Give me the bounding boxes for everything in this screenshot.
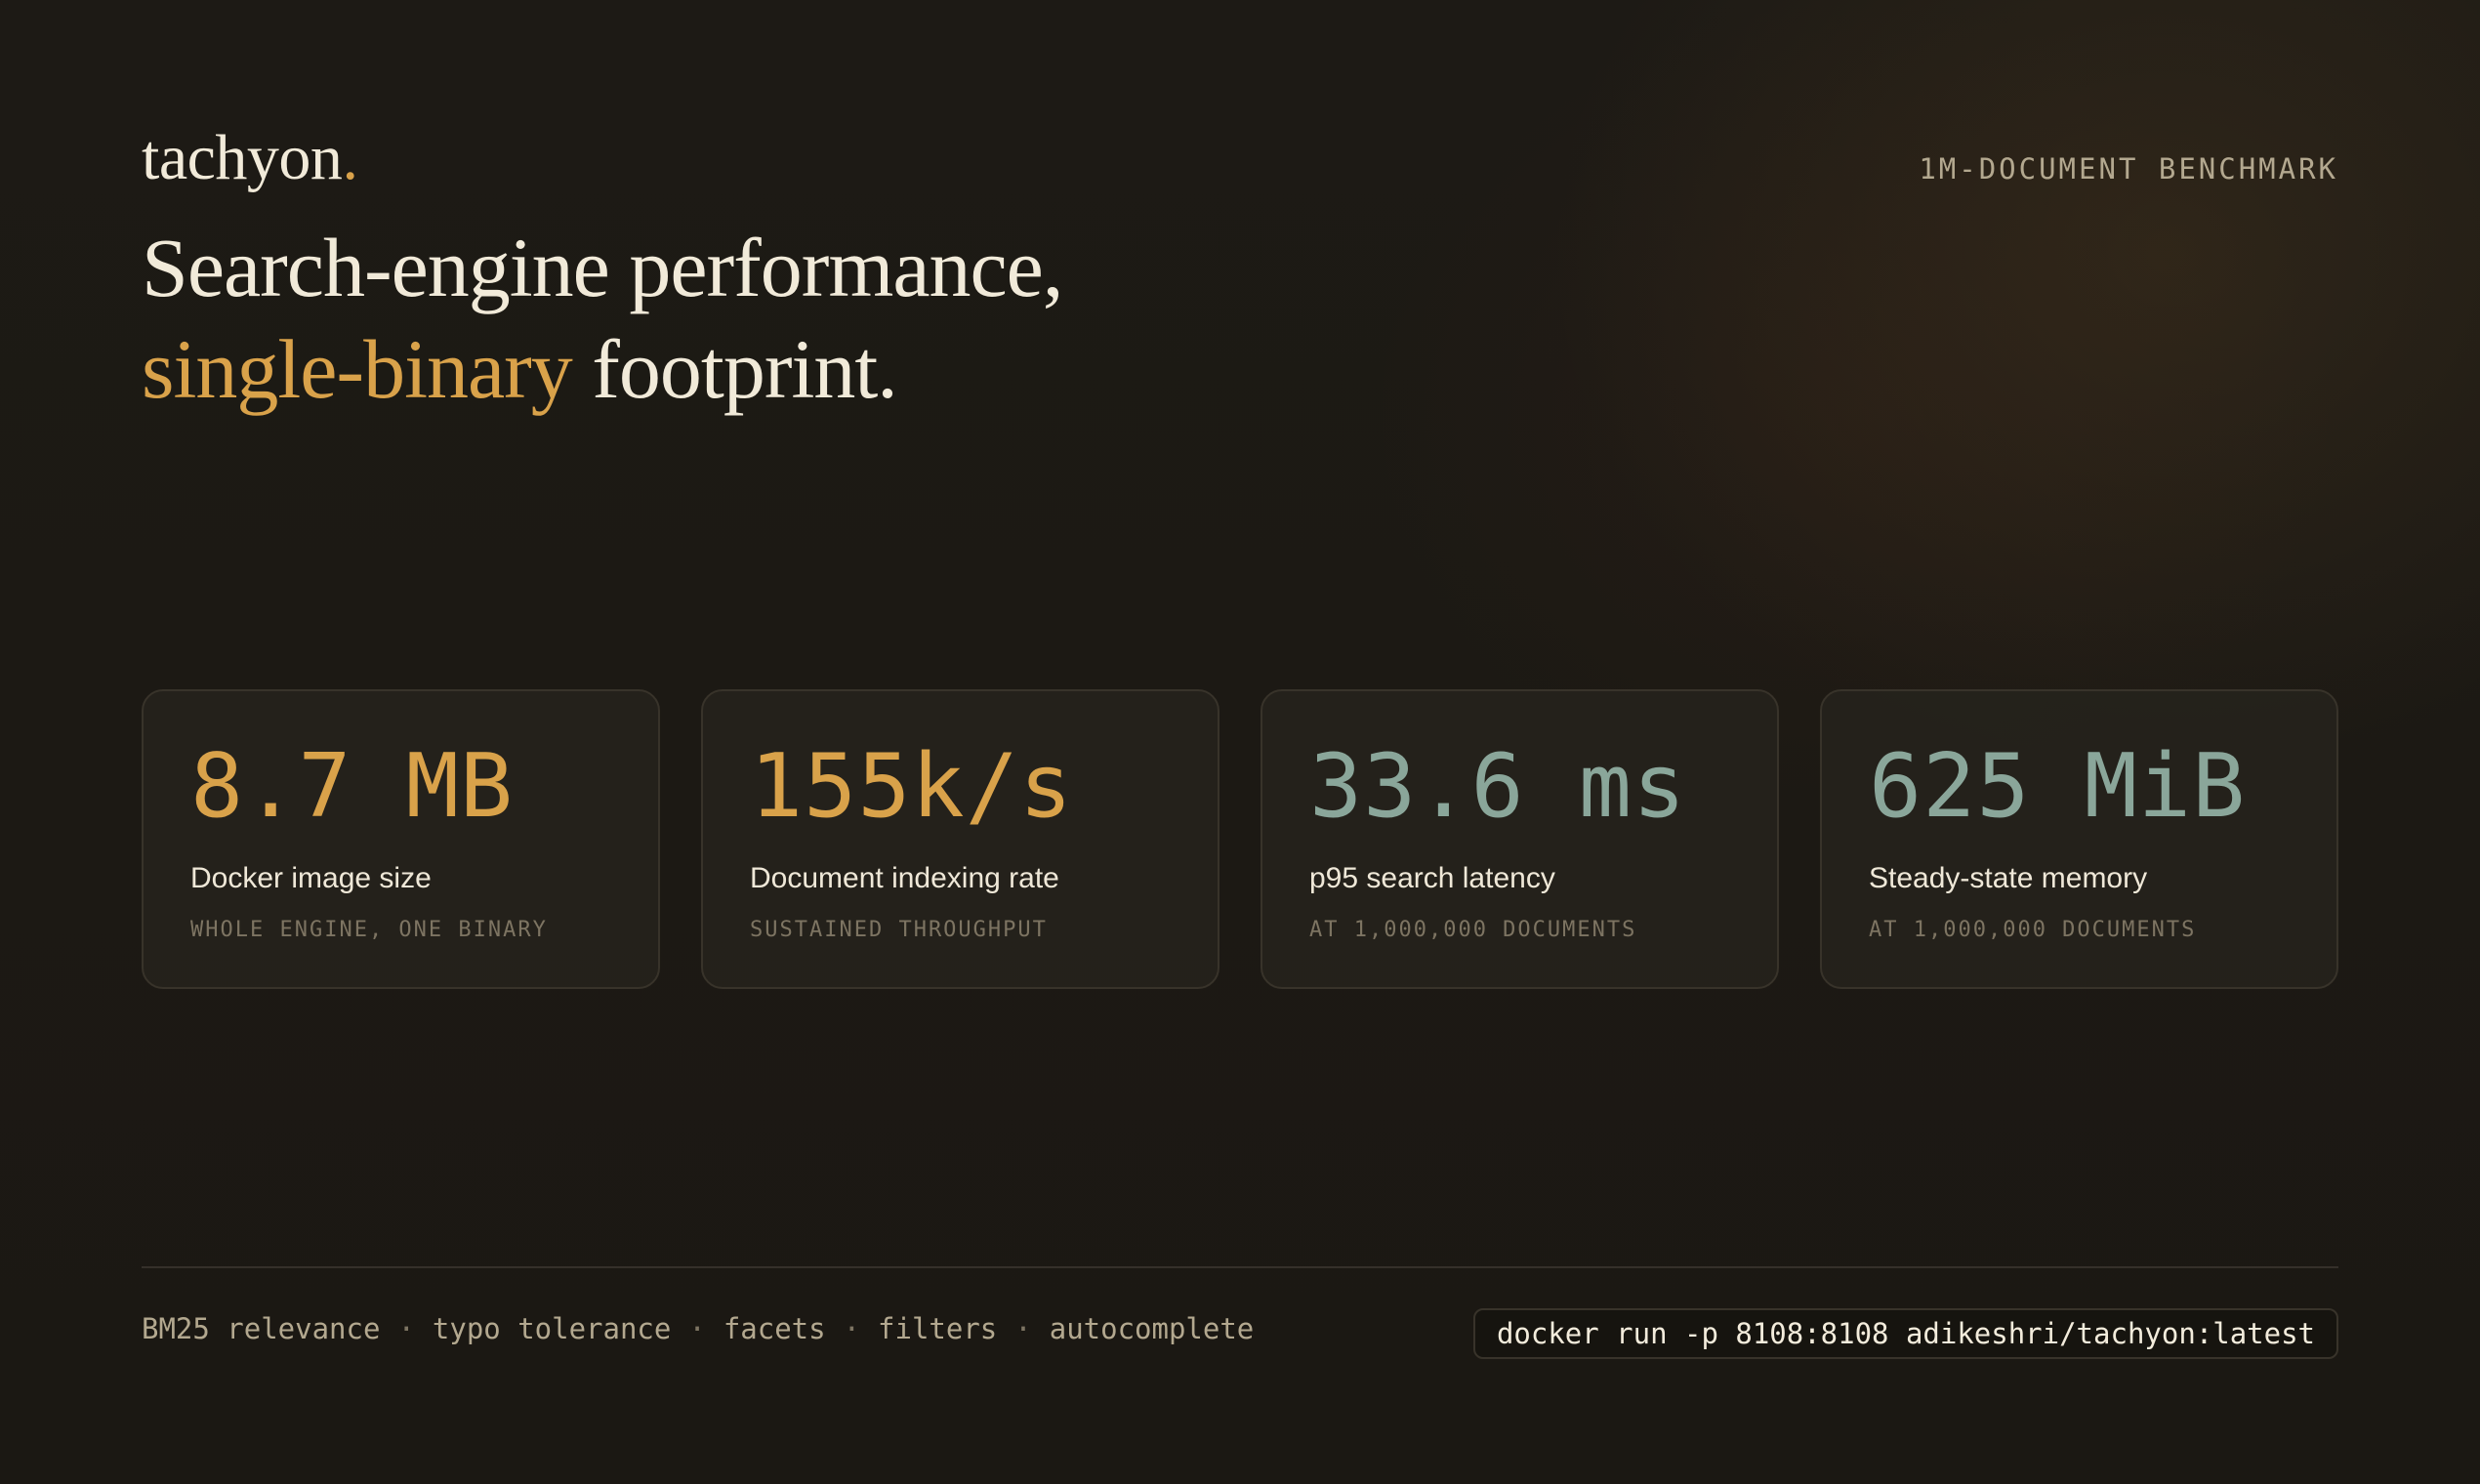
stat-value: 625 MiB — [1869, 735, 2247, 838]
stat-card-search-latency: 33.6 ms p95 search latency AT 1,000,000 … — [1261, 689, 1779, 989]
brand-dot: . — [342, 122, 358, 193]
page-headline: Search-engine performance, single-binary… — [142, 217, 1063, 420]
stat-note: AT 1,000,000 DOCUMENTS — [1309, 918, 1637, 942]
stat-label: Steady-state memory — [1869, 862, 2148, 894]
stat-card-indexing-rate: 155k/s Document indexing rate SUSTAINED … — [701, 689, 1219, 989]
brand-logo: tachyon. — [142, 119, 358, 197]
brand-name: tachyon — [142, 122, 343, 193]
headline-accent: single-binary — [142, 322, 573, 416]
stat-value: 155k/s — [750, 735, 1074, 838]
headline-line-2-rest: footprint. — [571, 322, 897, 416]
feature-list: BM25 relevance · typo tolerance · facets… — [142, 1312, 1254, 1345]
stat-note: SUSTAINED THROUGHPUT — [750, 918, 1048, 942]
feature-separator: · — [397, 1312, 415, 1345]
stat-note: WHOLE ENGINE, ONE BINARY — [190, 918, 548, 942]
feature-separator: · — [843, 1312, 861, 1345]
stat-card-memory: 625 MiB Steady-state memory AT 1,000,000… — [1820, 689, 2338, 989]
feature-separator: · — [688, 1312, 706, 1345]
stat-note: AT 1,000,000 DOCUMENTS — [1869, 918, 2197, 942]
benchmark-badge: 1M-DOCUMENT BENCHMARK — [1919, 152, 2338, 186]
stat-value: 8.7 MB — [190, 735, 515, 838]
feature-separator: · — [1014, 1312, 1032, 1345]
docker-command-snippet[interactable]: docker run -p 8108:8108 adikeshri/tachyo… — [1472, 1308, 2338, 1359]
feature-item: autocomplete — [1049, 1312, 1255, 1345]
stat-cards: 8.7 MB Docker image size WHOLE ENGINE, O… — [142, 689, 2338, 989]
docker-command-text[interactable]: docker run -p 8108:8108 adikeshri/tachyo… — [1497, 1317, 2315, 1350]
footer-divider — [142, 1266, 2338, 1268]
stat-value: 33.6 ms — [1309, 735, 1687, 838]
stat-label: Document indexing rate — [750, 862, 1059, 894]
stat-card-image-size: 8.7 MB Docker image size WHOLE ENGINE, O… — [142, 689, 660, 989]
feature-item: typo tolerance — [432, 1312, 672, 1345]
feature-item: BM25 relevance — [142, 1312, 381, 1345]
feature-item: filters — [878, 1312, 998, 1345]
headline-line-1: Search-engine performance, — [142, 221, 1063, 314]
benchmark-page: tachyon. 1M-DOCUMENT BENCHMARK Search-en… — [0, 0, 2480, 1484]
stat-label: Docker image size — [190, 862, 432, 894]
feature-item: facets — [723, 1312, 826, 1345]
stat-label: p95 search latency — [1309, 862, 1555, 894]
